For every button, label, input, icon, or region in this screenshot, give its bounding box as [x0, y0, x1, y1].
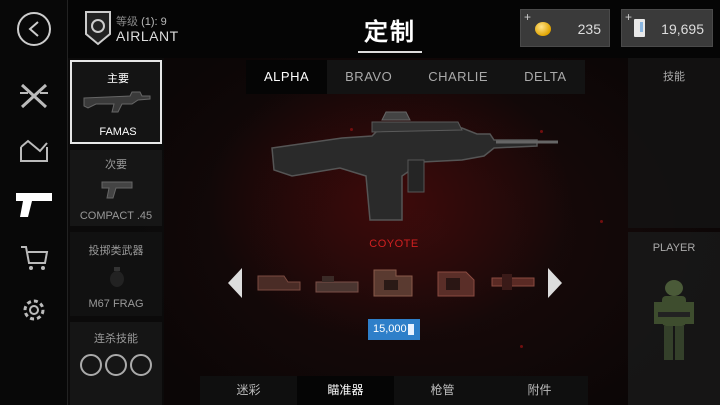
weapons-crossed-icon	[20, 83, 48, 109]
pistol-icon	[16, 193, 52, 217]
attachment-option-1[interactable]	[254, 266, 304, 302]
attachment-prev-arrow[interactable]	[228, 268, 242, 298]
attachment-option-coyote[interactable]	[368, 266, 418, 302]
killstreak-icon-3[interactable]	[130, 354, 152, 376]
gold-card-icon	[408, 324, 414, 335]
tab-attachments[interactable]: 附件	[491, 376, 588, 405]
loadout-tabs: ALPHA BRAVO CHARLIE DELTA	[246, 60, 585, 94]
pistol-thumbnail-icon	[101, 181, 133, 199]
add-gold-icon: +	[625, 10, 633, 24]
secondary-weapon-name: COMPACT .45	[79, 210, 153, 222]
attachment-option-2[interactable]	[312, 266, 362, 302]
secondary-weapon-slot[interactable]: 次要 COMPACT .45	[70, 150, 162, 226]
level-label: 等级	[116, 16, 138, 28]
skills-panel[interactable]: 技能	[628, 58, 720, 228]
primary-weapon-name: FAMAS	[99, 126, 137, 138]
attachment-price: 15,000	[373, 323, 407, 335]
nav-settings[interactable]	[14, 292, 54, 328]
level-value: (1): 9	[141, 16, 167, 28]
primary-weapon-slot[interactable]: 主要 FAMAS	[70, 60, 162, 144]
attachment-option-5[interactable]	[488, 266, 538, 302]
gear-icon	[23, 299, 45, 321]
nav-crates[interactable]	[14, 133, 54, 169]
soldier-avatar	[654, 280, 694, 360]
famas-rifle-preview	[271, 111, 558, 221]
back-button[interactable]	[17, 12, 51, 46]
killstreak-icon-1[interactable]	[80, 354, 102, 376]
gold-card-icon	[634, 19, 645, 37]
tab-alpha[interactable]: ALPHA	[246, 60, 328, 94]
tab-charlie[interactable]: CHARLIE	[410, 60, 506, 94]
blood-speck	[600, 220, 603, 223]
tab-bravo[interactable]: BRAVO	[327, 60, 410, 94]
grenade-thumbnail-icon	[110, 267, 124, 287]
buy-attachment-button[interactable]: 15,000	[368, 319, 420, 340]
rank-badge-icon	[85, 11, 111, 46]
tab-camo[interactable]: 迷彩	[200, 376, 297, 405]
blood-speck	[520, 345, 523, 348]
player-name: AIRLANT	[116, 28, 179, 44]
player-panel[interactable]: PLAYER	[628, 232, 720, 405]
crate-icon	[20, 139, 48, 162]
back-icon	[28, 21, 39, 37]
coin-icon	[535, 22, 551, 36]
page-title: 定制	[358, 12, 422, 53]
attachment-option-4[interactable]	[430, 266, 480, 302]
attachment-name: COYOTE	[369, 238, 419, 250]
primary-label: 主要	[107, 73, 129, 85]
player-level: 等级 (1): 9	[116, 13, 167, 29]
coins-amount: 235	[577, 21, 601, 37]
tab-delta[interactable]: DELTA	[506, 60, 584, 94]
nav-rail	[0, 0, 68, 405]
skills-label: 技能	[663, 71, 685, 83]
tab-barrel[interactable]: 枪管	[394, 376, 491, 405]
attachment-next-arrow[interactable]	[548, 268, 562, 298]
weapon-categories: 主要 FAMAS 次要 COMPACT .45 投掷类武器 M67 FRAG 连…	[68, 58, 164, 405]
killstreak-label: 连杀技能	[94, 333, 138, 345]
customize-tabs: 迷彩 瞄准器 枪管 附件	[200, 376, 588, 405]
secondary-label: 次要	[105, 159, 127, 171]
gold-balance[interactable]: + 19,695	[621, 9, 713, 47]
killstreak-icon-2[interactable]	[105, 354, 127, 376]
tab-sights[interactable]: 瞄准器	[297, 376, 394, 405]
nav-customize[interactable]	[14, 186, 54, 222]
add-coins-icon: +	[524, 10, 532, 24]
nav-weapons[interactable]	[14, 78, 54, 114]
throwable-name: M67 FRAG	[88, 298, 144, 310]
famas-thumbnail-icon	[83, 91, 151, 113]
coins-balance[interactable]: + 235	[520, 9, 610, 47]
gold-amount: 19,695	[661, 21, 704, 37]
header-bar: 等级 (1): 9 AIRLANT 定制 + 235 + 19,695	[68, 0, 720, 58]
